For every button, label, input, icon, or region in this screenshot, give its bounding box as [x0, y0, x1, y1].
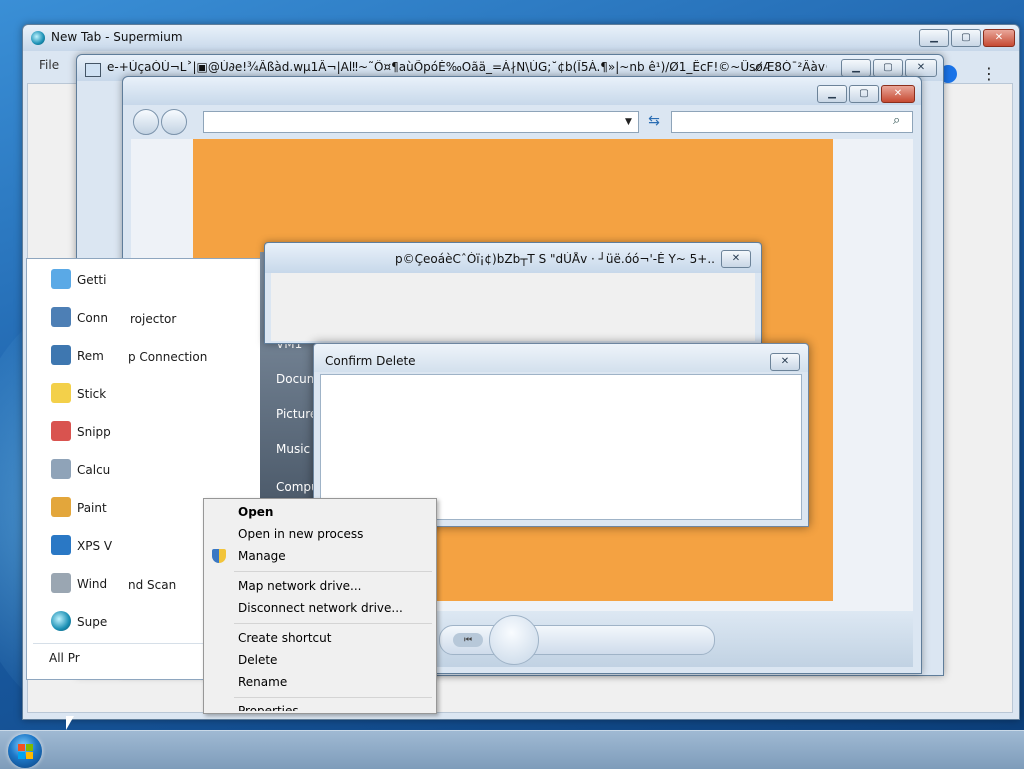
close-button[interactable]: ✕ [983, 29, 1015, 47]
supermium-logo-icon [31, 31, 45, 45]
sticky-notes-icon [51, 383, 71, 403]
forward-nav-icon[interactable] [161, 109, 187, 135]
start-place-pictures[interactable]: Picture [276, 407, 317, 421]
windows-flag-icon [26, 744, 33, 751]
getting-started-icon [51, 269, 71, 289]
windows-flag-icon [18, 744, 25, 751]
menu-separator [234, 697, 432, 698]
close-button[interactable]: ✕ [721, 250, 751, 268]
start-item-sticky-notes[interactable]: Stick [51, 377, 253, 411]
back-nav-icon[interactable] [133, 109, 159, 135]
close-button[interactable]: ✕ [905, 59, 937, 77]
kebab-menu-icon[interactable]: ⋮ [981, 65, 997, 83]
dialog-title: p©ÇeoáèCˆÓï¡¢)bZb┬T S "dÙÅv · ┘üë.óó¬'-È… [395, 252, 715, 266]
play-button[interactable] [489, 615, 539, 665]
scissors-icon [51, 421, 71, 441]
dialog-title: Confirm Delete [325, 354, 416, 368]
context-item-delete[interactable]: Delete [238, 650, 277, 670]
start-item-calculator[interactable]: Calcu [51, 453, 253, 487]
title-bar [123, 77, 921, 105]
start-button[interactable] [8, 734, 42, 768]
context-item-map-network-drive[interactable]: Map network drive... [238, 576, 362, 596]
fax-scan-icon [51, 573, 71, 593]
context-menu: Open Open in new process Manage Map netw… [203, 498, 437, 714]
minimize-button[interactable]: ▁ [841, 59, 871, 77]
maximize-button[interactable]: ▢ [849, 85, 879, 103]
context-item-create-shortcut[interactable]: Create shortcut [238, 628, 331, 648]
context-item-open[interactable]: Open [238, 502, 273, 522]
windows-flag-icon [18, 752, 25, 759]
supermium-logo-icon [51, 611, 71, 631]
close-button[interactable]: ✕ [881, 85, 915, 103]
all-programs-link[interactable]: All Pr [49, 651, 80, 665]
refresh-icon[interactable]: ⇆ [645, 112, 663, 130]
app-icon [85, 63, 101, 77]
window-title: New Tab - Supermium [51, 30, 183, 44]
window-title: e-+ÙçaÓÚ¬L˃|▣@Ú∂e!¾Âßàd.wµ1Â¬|Al‼~˜Ô¤¶aù… [107, 60, 827, 74]
projector-icon [51, 307, 71, 327]
minimize-button[interactable]: ▁ [817, 85, 847, 103]
start-item-extra-projector: rojector [130, 312, 177, 326]
context-item-rename[interactable]: Rename [238, 672, 287, 692]
garbled-dialog: p©ÇeoáèCˆÓï¡¢)bZb┬T S "dÙÅv · ┘üë.óó¬'-È… [264, 242, 762, 344]
previous-track-icon[interactable]: ⏮ [453, 633, 483, 647]
uac-shield-icon [212, 549, 226, 563]
maximize-button[interactable]: ▢ [873, 59, 903, 77]
start-item-snipping-tool[interactable]: Snipp [51, 415, 253, 449]
context-item-disconnect-network-drive[interactable]: Disconnect network drive... [238, 598, 403, 618]
close-button[interactable]: ✕ [770, 353, 800, 371]
address-bar[interactable] [203, 111, 639, 133]
maximize-button[interactable]: ▢ [951, 29, 981, 47]
search-input[interactable] [671, 111, 913, 133]
paint-palette-icon [51, 497, 71, 517]
start-item-getting-started[interactable]: Getti [51, 263, 253, 297]
xps-viewer-icon [51, 535, 71, 555]
search-icon[interactable]: ⌕ [893, 113, 900, 128]
start-item-extra-remote: p Connection [128, 350, 208, 364]
menu-file[interactable]: File [39, 58, 59, 72]
context-item-manage[interactable]: Manage [238, 546, 286, 566]
dropdown-arrow-icon[interactable]: ▼ [625, 117, 632, 127]
context-item-properties[interactable]: Properties [238, 701, 299, 711]
mouse-cursor-icon [66, 716, 74, 730]
start-item-extra-scan: nd Scan [128, 578, 177, 592]
dialog-body [271, 273, 755, 341]
remote-desktop-icon [51, 345, 71, 365]
taskbar [0, 730, 1024, 769]
menu-separator [234, 571, 432, 572]
minimize-button[interactable]: ▁ [919, 29, 949, 47]
menu-separator [234, 623, 432, 624]
windows-flag-icon [26, 752, 33, 759]
calculator-icon [51, 459, 71, 479]
start-place-music[interactable]: Music [276, 442, 310, 456]
context-item-open-new-process[interactable]: Open in new process [238, 524, 363, 544]
